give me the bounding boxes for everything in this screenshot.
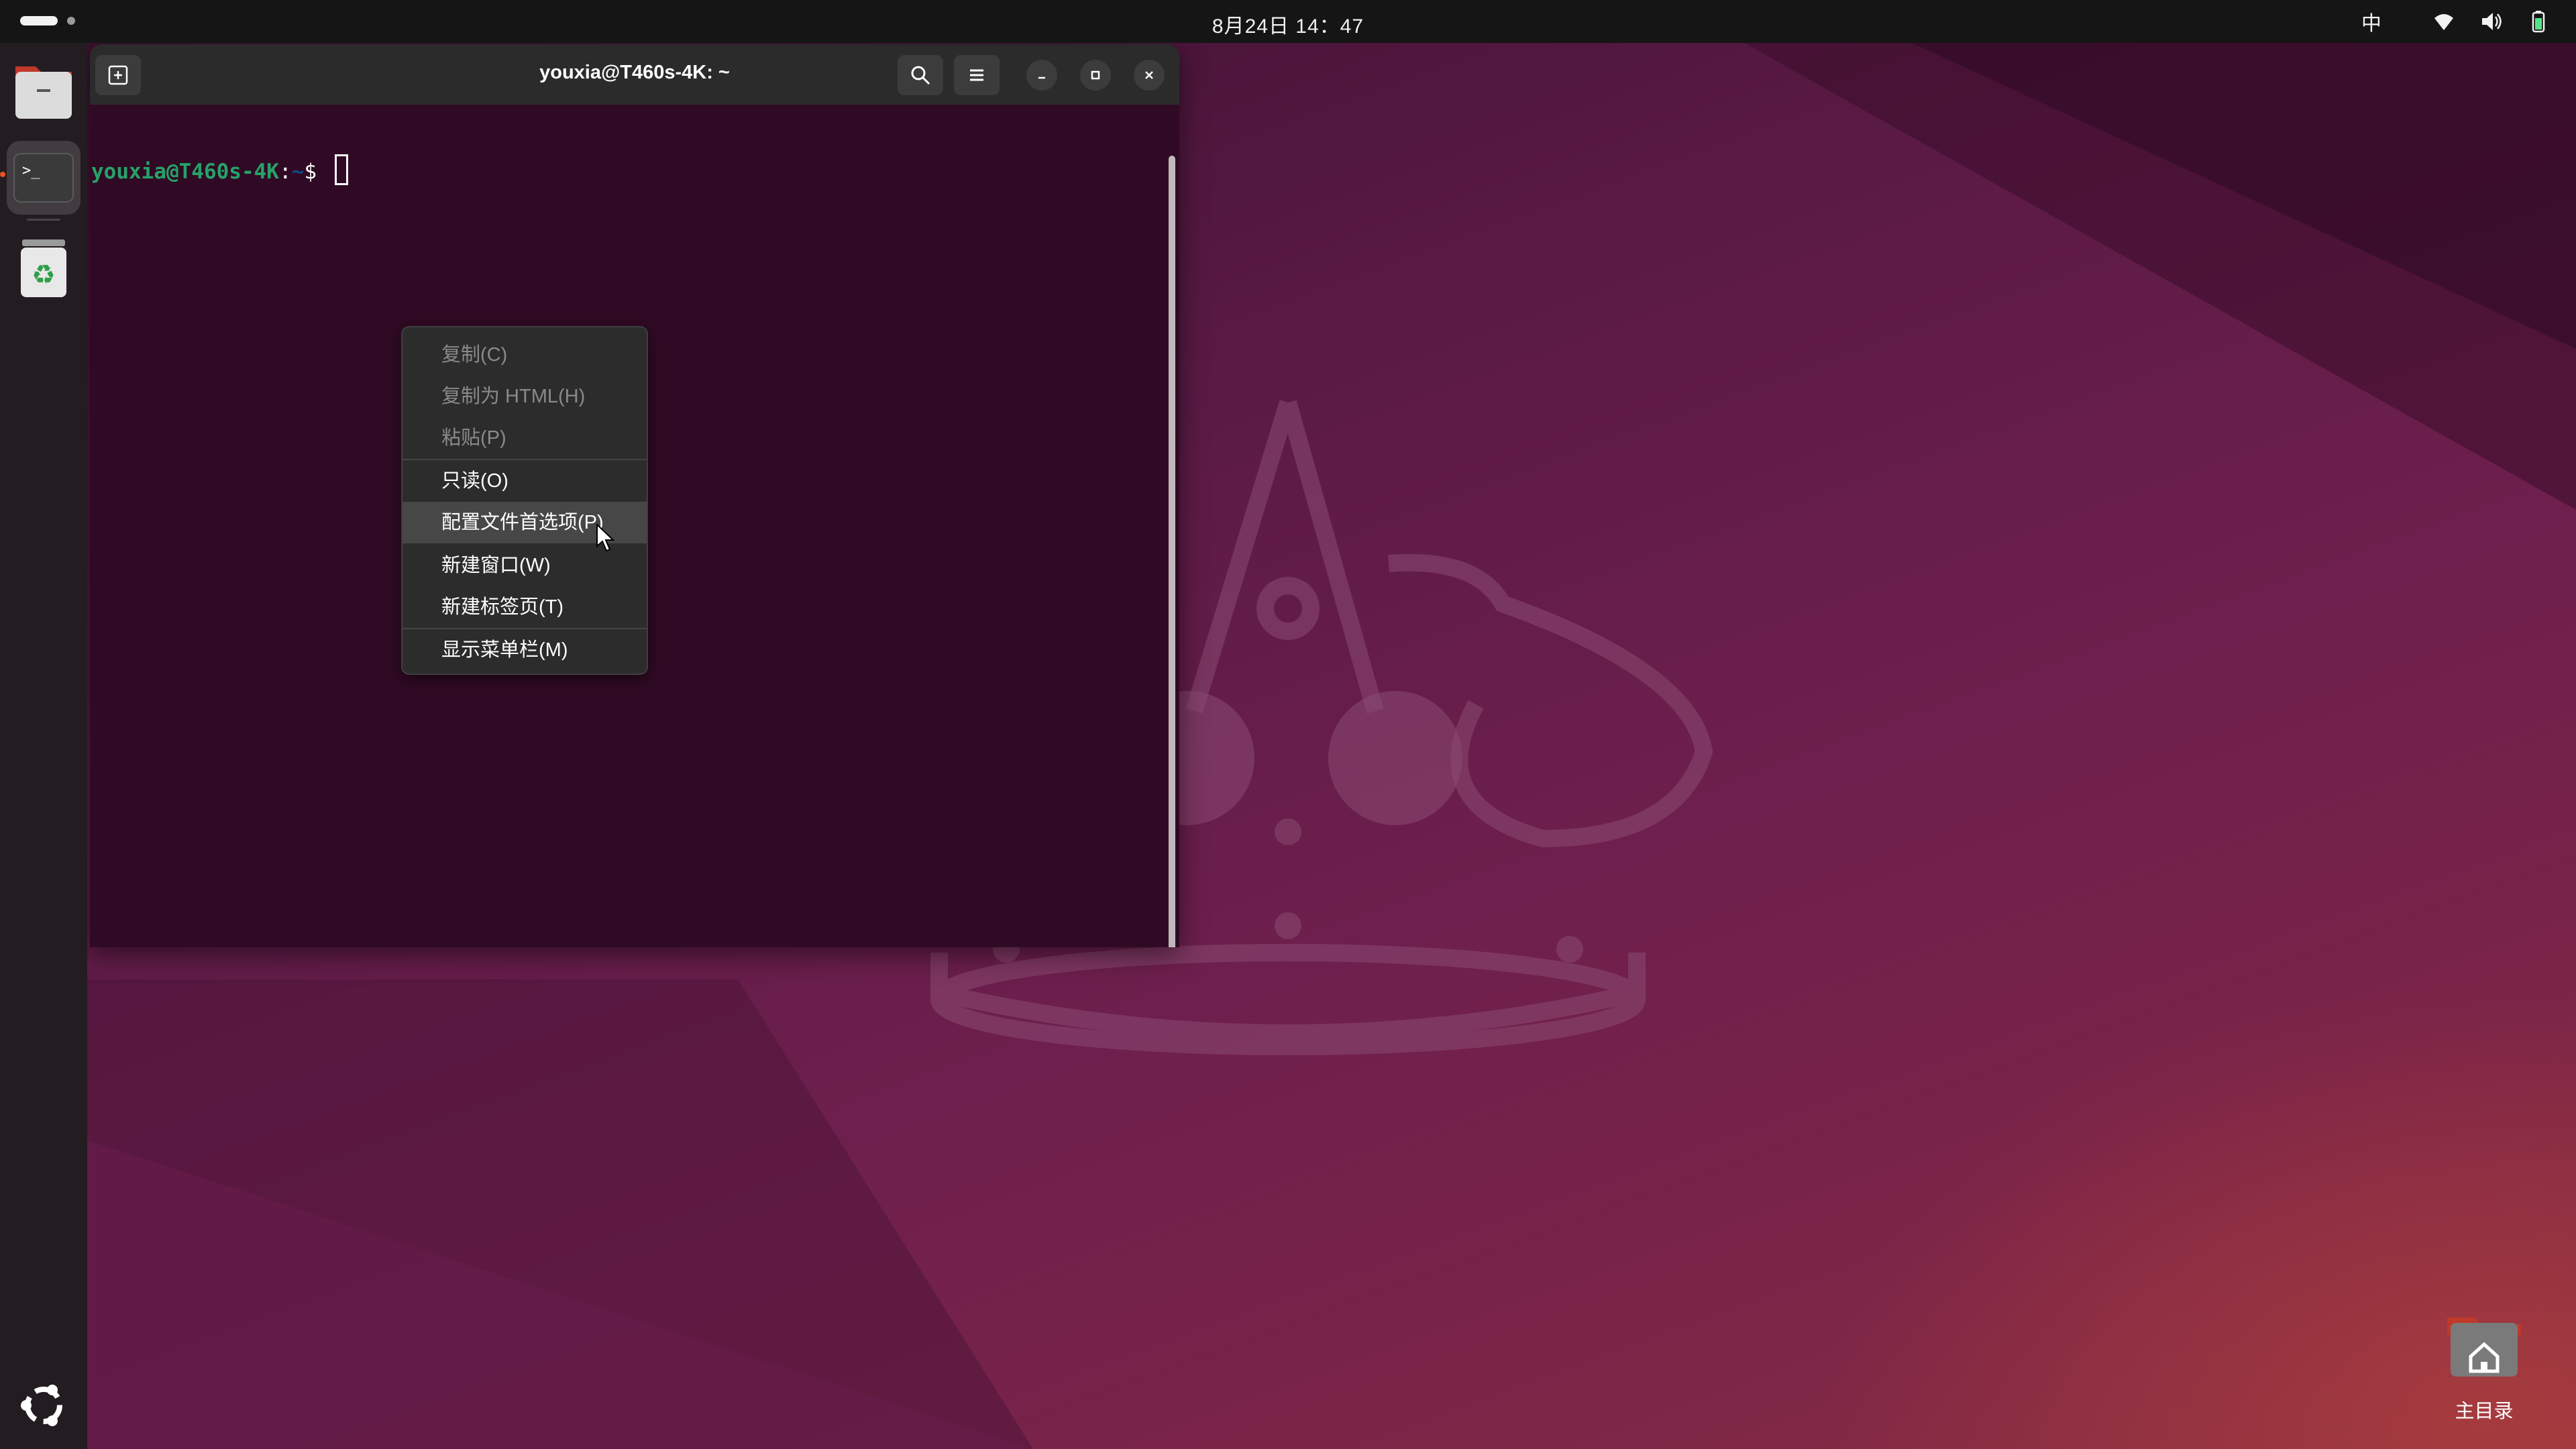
wifi-icon [2434,14,2453,30]
close-icon [1145,71,1153,79]
minimize-button[interactable] [1026,60,1057,91]
prompt-user-host: youxia@T460s-4K [91,160,279,184]
home-folder-label: 主目录 [2455,1401,2514,1422]
context-menu: 复制(C) 复制为 HTML(H) 粘贴(P) 只读(O) 配置文件首选项(P)… [401,326,648,675]
shell-prompt: youxia@T460s-4K:~$ [91,154,348,185]
prompt-symbol: $ [304,160,329,184]
dock: >_ ♻ [0,43,87,1449]
running-indicator [0,172,5,177]
input-method-indicator[interactable]: 中 [2361,7,2381,36]
minimize-icon [1038,76,1045,79]
hamburger-menu-icon [970,69,983,81]
system-tray[interactable]: 中 [2361,8,2549,35]
prompt-path: ~ [291,160,305,184]
home-folder-shortcut[interactable]: 主目录 [2434,1304,2534,1425]
dock-item-files[interactable] [7,55,80,129]
menu-item-show-menubar[interactable]: 显示菜单栏(M) [402,629,647,671]
prompt-colon: : [278,160,292,184]
trash-icon: ♻ [21,239,66,297]
search-button[interactable] [898,55,943,95]
terminal-headerbar[interactable]: youxia@T460s-4K: ~ [90,44,1179,105]
close-button[interactable] [1134,60,1165,91]
dock-separator [27,219,60,221]
menu-item-copy[interactable]: 复制(C) [402,334,647,376]
battery-icon [2532,11,2545,33]
menu-item-paste[interactable]: 粘贴(P) [402,417,647,459]
menu-item-read-only[interactable]: 只读(O) [402,460,647,502]
text-cursor [334,154,348,185]
volume-icon [2482,13,2502,30]
show-applications-button[interactable] [7,1368,80,1442]
maximize-icon [1091,70,1100,80]
mouse-pointer-icon [596,523,615,552]
dock-item-trash[interactable]: ♻ [7,231,80,305]
scrollbar[interactable] [1169,156,1175,947]
top-bar: 8月24日 14：47 中 [0,0,2576,43]
files-app-icon [15,66,72,119]
main-menu-button[interactable] [954,55,1000,95]
terminal-app-icon: >_ [13,153,74,203]
search-icon [911,66,930,85]
dock-item-terminal[interactable]: >_ [7,141,80,215]
window-title: youxia@T460s-4K: ~ [539,62,730,83]
home-folder-icon [2447,1318,2521,1377]
maximize-button[interactable] [1080,60,1111,91]
svg-text:♻: ♻ [32,260,56,290]
ubuntu-logo-icon [21,1385,62,1426]
clock[interactable]: 8月24日 14：47 [0,9,2576,39]
menu-item-new-tab[interactable]: 新建标签页(T) [402,586,647,628]
menu-item-copy-as-html[interactable]: 复制为 HTML(H) [402,376,647,417]
svg-text:>_: >_ [22,162,40,179]
